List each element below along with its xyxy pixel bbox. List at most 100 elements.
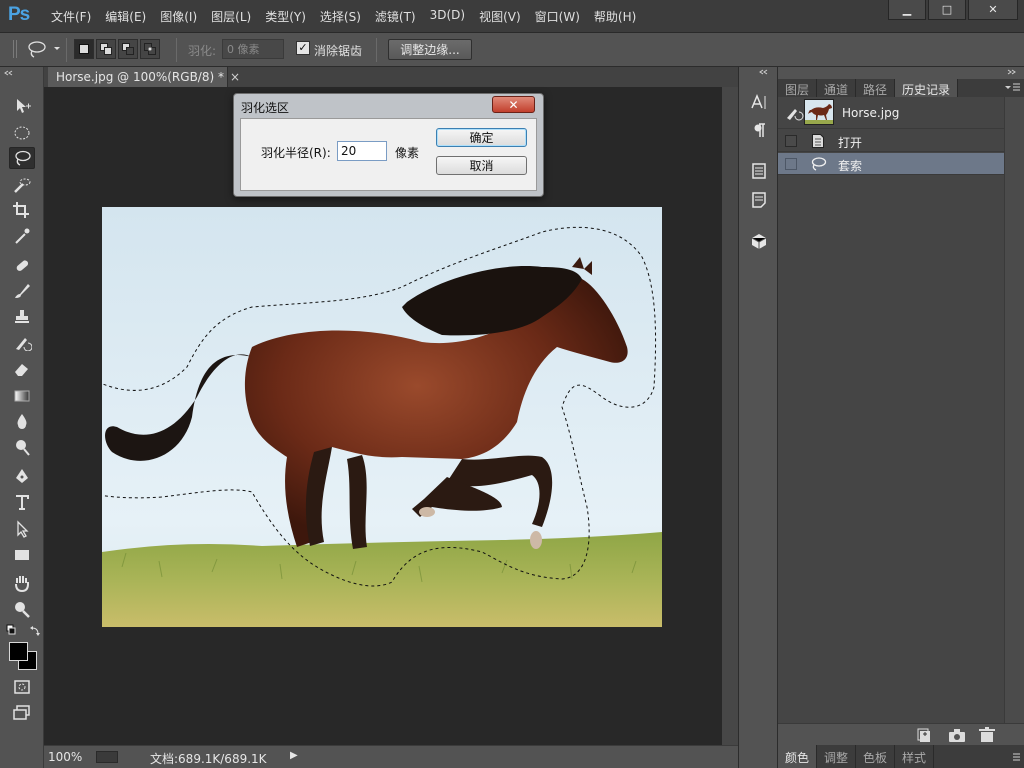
panel-tabs: 图层 通道 路径 历史记录 [778,79,1024,97]
document-tab[interactable]: Horse.jpg @ 100%(RGB/8) * [48,67,228,87]
antialias-checkbox[interactable]: ✓ [296,41,310,55]
menu-view[interactable]: 视图(V) [472,8,528,25]
tab-channels[interactable]: 通道 [817,79,857,97]
rectangle-tool[interactable] [9,544,35,566]
tab-paths[interactable]: 路径 [856,79,896,97]
horse-photo [102,207,662,627]
clone-stamp-tool[interactable] [9,306,35,328]
notes-panel-button[interactable] [747,189,771,211]
vertical-scrollbar[interactable] [722,87,738,745]
trash-icon[interactable] [976,726,998,744]
tab-layers[interactable]: 图层 [778,79,818,97]
history-scrollbar[interactable] [1004,97,1024,745]
zoom-level[interactable]: 100% [48,750,82,764]
window-controls: ▁ □ ✕ [886,0,1018,20]
tool-preset-picker[interactable] [24,39,62,59]
status-preview-icon[interactable] [96,751,118,763]
history-brush-tool[interactable] [9,331,35,353]
history-step-open[interactable]: 打开 [778,130,1004,152]
dialog-close-button[interactable]: ✕ [492,96,535,113]
foreground-color-swatch[interactable] [9,642,28,661]
tab-swatches[interactable]: 色板 [856,745,896,768]
menu-edit[interactable]: 编辑(E) [98,8,153,25]
ok-button[interactable]: 确定 [436,128,527,147]
history-snapshot[interactable]: Horse.jpg [778,97,1004,129]
path-selection-tool[interactable] [9,518,35,540]
camera-icon[interactable] [946,726,968,744]
menu-select[interactable]: 选择(S) [313,8,368,25]
panel-menu-icon[interactable] [1002,751,1022,765]
swap-colors-icon[interactable] [6,623,46,639]
brush-tool[interactable] [9,280,35,302]
menu-window[interactable]: 窗口(W) [528,8,587,25]
menu-filter[interactable]: 滤镜(T) [368,8,423,25]
refine-edge-button[interactable]: 调整边缘... [388,39,472,60]
pen-tool[interactable] [9,465,35,487]
gradient-tool[interactable] [9,385,35,407]
cancel-button[interactable]: 取消 [436,156,527,175]
intersect-selection-button[interactable] [140,39,160,59]
menu-layer[interactable]: 图层(L) [204,8,258,25]
new-document-from-state-icon[interactable] [914,726,936,744]
hand-tool[interactable] [9,572,35,594]
new-selection-icon [79,44,89,54]
menu-file[interactable]: 文件(F) [44,8,98,25]
crop-tool[interactable] [9,199,35,221]
menu-help[interactable]: 帮助(H) [587,8,643,25]
lasso-tool[interactable] [9,147,35,169]
tab-styles[interactable]: 样式 [895,745,935,768]
marquee-tool[interactable] [9,122,35,144]
move-tool[interactable] [9,95,35,117]
feather-radius-input[interactable] [337,141,387,161]
screen-mode-button[interactable] [9,702,35,724]
maximize-button[interactable]: □ [928,0,966,20]
menu-3d[interactable]: 3D(D) [423,8,472,25]
hand-icon [15,576,29,592]
blur-tool[interactable] [9,410,35,432]
horse-image[interactable] [102,207,662,627]
new-selection-button[interactable] [74,39,94,59]
dodge-tool[interactable] [9,436,35,458]
zoom-tool[interactable] [9,598,35,620]
paragraph-panel-button[interactable] [747,119,771,141]
close-window-button[interactable]: ✕ [968,0,1018,20]
status-menu-arrow-icon[interactable]: ▶ [290,750,298,761]
tab-color[interactable]: 颜色 [778,745,818,768]
feather-input[interactable] [222,39,284,59]
subtract-from-selection-button[interactable] [118,39,138,59]
lasso-icon [811,157,827,171]
color-swatches[interactable] [8,641,40,673]
panel-menu-icon[interactable] [1002,81,1022,95]
minimize-button[interactable]: ▁ [888,0,926,20]
elliptical-marquee-icon [14,126,30,140]
type-tool[interactable] [9,491,35,513]
lasso-icon [28,41,60,58]
character-panel-button[interactable] [747,91,771,113]
document-tab-bar: Horse.jpg @ 100%(RGB/8) * × [44,67,738,87]
intersect-selection-icon [144,43,156,55]
3d-panel-button[interactable] [747,230,771,252]
menu-image[interactable]: 图像(I) [153,8,204,25]
panel-collapse-icon[interactable] [739,67,779,77]
history-step-lasso[interactable]: 套索 [778,153,1004,175]
panel-collapse-icon[interactable] [0,67,44,79]
history-brush-source-icon[interactable] [784,103,804,123]
add-to-selection-button[interactable] [96,39,116,59]
properties-panel-button[interactable] [747,160,771,182]
history-brush-checkbox[interactable] [785,135,797,147]
panel-expand-icon[interactable] [778,67,1024,79]
menu-type[interactable]: 类型(Y) [258,8,313,25]
tab-adjustments[interactable]: 调整 [817,745,857,768]
quick-mask-button[interactable] [9,676,35,698]
tab-history[interactable]: 历史记录 [895,79,959,97]
feather-label: 羽化: [188,44,217,58]
dodge-icon [16,440,30,456]
notes-icon [752,192,766,208]
eraser-tool[interactable] [9,358,35,380]
eyedropper-tool[interactable] [9,225,35,247]
close-tab-icon[interactable]: × [230,70,240,84]
healing-brush-tool[interactable] [9,255,35,277]
options-grip-icon [8,39,22,59]
history-brush-checkbox[interactable] [785,158,797,170]
quick-selection-tool[interactable] [9,174,35,196]
